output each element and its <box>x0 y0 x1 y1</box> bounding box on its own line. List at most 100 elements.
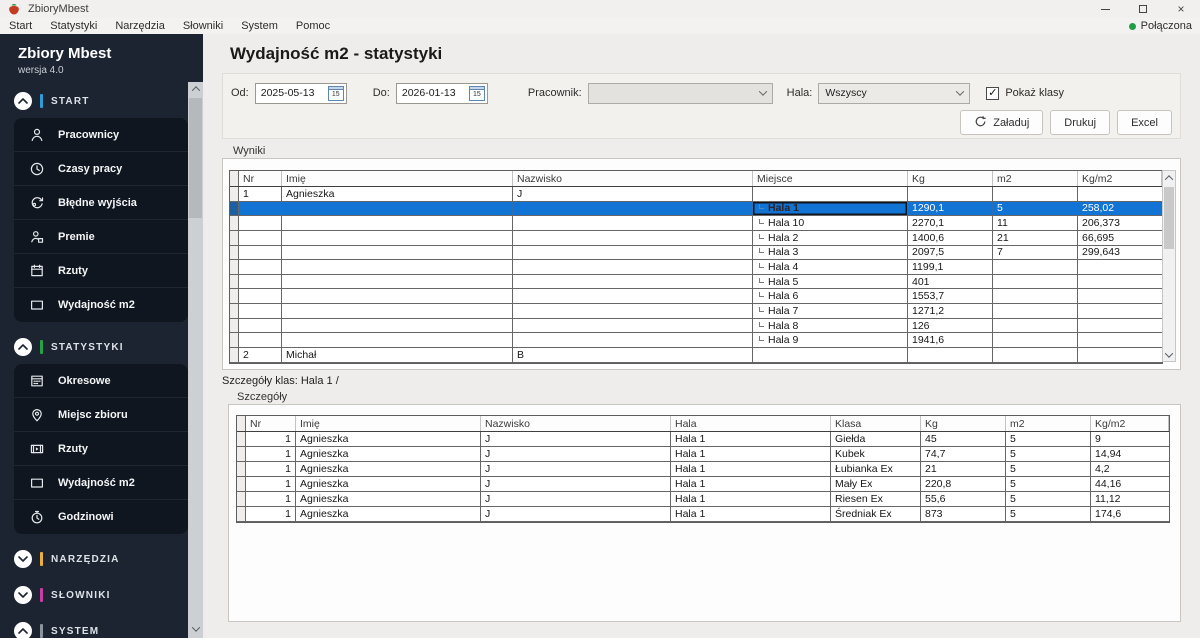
cell-miejsce[interactable]: Hala 9 <box>753 333 908 348</box>
sidebar-item-wydajność-m2[interactable]: Wydajność m2 <box>14 466 188 500</box>
cell[interactable]: Riesen Ex <box>831 492 921 506</box>
cell[interactable]: J <box>481 462 671 476</box>
cell-m2[interactable]: 21 <box>993 230 1078 245</box>
cell-nr[interactable] <box>239 245 282 260</box>
close-icon[interactable]: × <box>1162 0 1200 18</box>
cell-miejsce[interactable]: Hala 5 <box>753 274 908 289</box>
hall-select[interactable]: Wszyscy <box>818 82 971 104</box>
cell[interactable]: J <box>481 492 671 506</box>
cell-kg[interactable]: 1271,2 <box>908 304 993 318</box>
excel-button[interactable]: Excel <box>1117 110 1172 135</box>
cell-imie[interactable] <box>282 230 513 245</box>
cell-imie[interactable] <box>282 260 513 274</box>
scroll-up-icon[interactable] <box>188 82 203 96</box>
cell[interactable]: Hala 1 <box>671 477 831 491</box>
details-row[interactable]: 1 Agnieszka J Hala 1 Średniak Ex 873 5 174,6 <box>237 507 1169 522</box>
cell[interactable]: 45 <box>921 432 1006 446</box>
cell-imie[interactable] <box>282 245 513 260</box>
results-row[interactable]: Hala 8 126 <box>230 318 1162 334</box>
cell-nr[interactable] <box>239 230 282 245</box>
cell-kg[interactable]: 126 <box>908 318 993 333</box>
scroll-down-icon[interactable] <box>1163 348 1175 361</box>
cell[interactable]: 1 <box>246 462 296 476</box>
results-row[interactable]: Hala 6 1553,7 <box>230 289 1162 305</box>
scrollbar-thumb[interactable] <box>1164 187 1174 249</box>
menu-item-system[interactable]: System <box>232 18 287 34</box>
sidebar-section-statystyki[interactable]: STATYSTYKI <box>14 336 203 358</box>
cell-m2[interactable] <box>993 187 1078 201</box>
details-row[interactable]: 1 Agnieszka J Hala 1 Giełda 45 5 9 <box>237 432 1169 447</box>
cell-nazwisko[interactable]: B <box>513 348 753 362</box>
sidebar-item-miejsc-zbioru[interactable]: Miejsc zbioru <box>14 398 188 432</box>
print-button[interactable]: Drukuj <box>1050 110 1111 135</box>
details-row[interactable]: 1 Agnieszka J Hala 1 Mały Ex 220,8 5 44,16 <box>237 477 1169 492</box>
cell[interactable]: 220,8 <box>921 477 1006 491</box>
results-scrollbar[interactable] <box>1162 170 1176 362</box>
cell-miejsce[interactable]: Hala 10 <box>753 216 908 230</box>
cell-m2[interactable] <box>993 260 1078 274</box>
column-header[interactable]: Nr <box>246 416 296 431</box>
column-header[interactable]: m2 <box>1006 416 1091 431</box>
cell[interactable]: J <box>481 477 671 491</box>
cell[interactable]: Hala 1 <box>671 492 831 506</box>
cell-kg[interactable] <box>908 187 993 201</box>
cell-nr[interactable]: 2 <box>239 348 282 362</box>
cell[interactable]: Agnieszka <box>296 447 481 461</box>
cell-nazwisko[interactable] <box>513 245 753 260</box>
column-header[interactable]: Imię <box>296 416 481 431</box>
cell-nr[interactable] <box>239 201 282 216</box>
cell-nazwisko[interactable] <box>513 274 753 289</box>
cell[interactable]: 44,16 <box>1091 477 1169 491</box>
sidebar-item-rzuty[interactable]: Rzuty <box>14 432 188 466</box>
date-from-value[interactable] <box>260 87 321 99</box>
column-header[interactable]: Klasa <box>831 416 921 431</box>
cell-imie[interactable] <box>282 201 513 216</box>
sidebar-section-start[interactable]: START <box>14 90 203 112</box>
cell-kgm2[interactable]: 206,373 <box>1078 216 1162 230</box>
sidebar-section-słowniki[interactable]: SŁOWNIKI <box>14 584 203 606</box>
cell-nazwisko[interactable] <box>513 333 753 348</box>
column-header[interactable]: Kg/m2 <box>1078 171 1162 186</box>
cell[interactable]: Agnieszka <box>296 492 481 506</box>
date-to-input[interactable]: 15 <box>395 82 488 104</box>
sidebar-item-premie[interactable]: Premie <box>14 220 188 254</box>
sidebar-item-czasy-pracy[interactable]: Czasy pracy <box>14 152 188 186</box>
cell-nazwisko[interactable] <box>513 216 753 230</box>
scroll-down-icon[interactable] <box>188 622 203 636</box>
cell[interactable]: 14,94 <box>1091 447 1169 461</box>
cell[interactable]: 5 <box>1006 447 1091 461</box>
cell-kg[interactable]: 1553,7 <box>908 289 993 304</box>
cell-kg[interactable] <box>908 348 993 362</box>
cell-kgm2[interactable] <box>1078 187 1162 201</box>
cell-nazwisko[interactable] <box>513 318 753 333</box>
cell-imie[interactable]: Agnieszka <box>282 187 513 201</box>
cell[interactable]: 9 <box>1091 432 1169 446</box>
results-row[interactable]: Hala 3 2097,5 7 299,643 <box>230 245 1162 261</box>
results-row[interactable]: Hala 2 1400,6 21 66,695 <box>230 230 1162 246</box>
cell-nazwisko[interactable] <box>513 201 753 216</box>
column-header[interactable]: Nazwisko <box>513 171 753 186</box>
cell-kg[interactable]: 1199,1 <box>908 260 993 274</box>
sidebar-section-system[interactable]: SYSTEM <box>14 620 203 638</box>
cell-imie[interactable] <box>282 274 513 289</box>
cell-m2[interactable] <box>993 348 1078 362</box>
menu-item-start[interactable]: Start <box>0 18 41 34</box>
cell[interactable]: Hala 1 <box>671 507 831 521</box>
column-header[interactable]: Imię <box>282 171 513 186</box>
date-from-input[interactable]: 15 <box>254 82 347 104</box>
cell-imie[interactable]: Michał <box>282 348 513 362</box>
cell[interactable]: 1 <box>246 447 296 461</box>
cell-miejsce[interactable]: Hala 6 <box>753 289 908 304</box>
cell[interactable]: J <box>481 507 671 521</box>
cell-miejsce[interactable] <box>753 187 908 201</box>
calendar-icon[interactable]: 15 <box>327 85 344 101</box>
cell[interactable]: 5 <box>1006 432 1091 446</box>
cell[interactable]: 1 <box>246 507 296 521</box>
cell-m2[interactable]: 7 <box>993 245 1078 260</box>
calendar-icon[interactable]: 15 <box>468 85 485 101</box>
cell-nr[interactable] <box>239 304 282 318</box>
cell-miejsce[interactable]: Hala 1 <box>753 201 908 216</box>
results-row[interactable]: Hala 1 1290,1 5 258,02 <box>230 201 1162 217</box>
cell-kgm2[interactable]: 258,02 <box>1078 202 1162 216</box>
cell-kgm2[interactable] <box>1078 333 1162 347</box>
